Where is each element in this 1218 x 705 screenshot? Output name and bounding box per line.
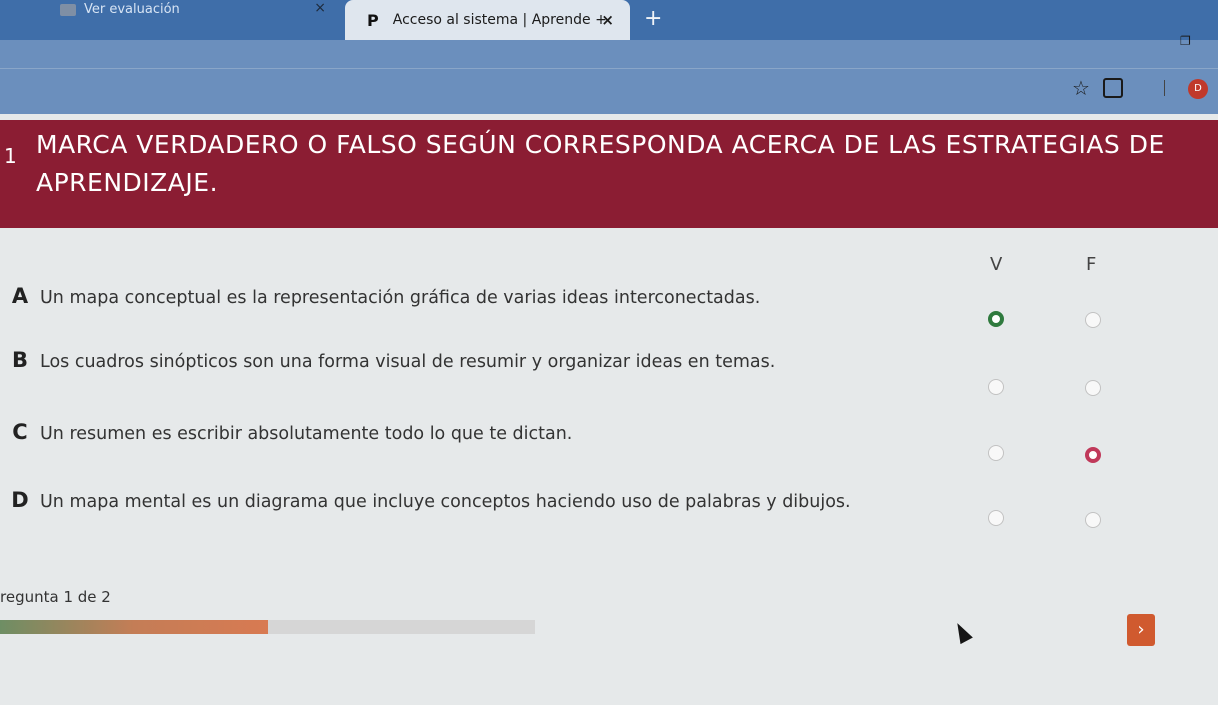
mouse-cursor-icon	[951, 619, 973, 645]
column-true-label: V	[990, 254, 1003, 275]
address-bar[interactable]	[0, 68, 1218, 69]
radio-false-b[interactable]	[1085, 380, 1101, 396]
radio-true-d[interactable]	[988, 510, 1004, 526]
statement-letter: C	[12, 420, 28, 444]
new-tab-button[interactable]: +	[644, 6, 662, 31]
tab-favicon-icon	[60, 4, 76, 16]
tab-label: Acceso al sistema | Aprende +	[392, 12, 607, 28]
progress-bar	[0, 620, 535, 634]
browser-tab-bar: Ver evaluación × P Acceso al sistema | A…	[0, 0, 1218, 40]
statement-text: Un mapa conceptual es la representación …	[40, 288, 761, 308]
next-question-button[interactable]: ›	[1127, 614, 1155, 646]
question-header: 1 MARCA VERDADERO O FALSO SEGÚN CORRESPO…	[0, 120, 1218, 228]
profile-avatar[interactable]: D	[1188, 79, 1208, 99]
tab-close-icon[interactable]: ×	[601, 11, 614, 29]
statement-row: B Los cuadros sinópticos son una forma v…	[0, 348, 980, 372]
statement-row: C Un resumen es escribir absolutamente t…	[0, 420, 980, 444]
statement-row: D Un mapa mental es un diagrama que incl…	[0, 488, 980, 512]
toolbar-divider	[1164, 80, 1165, 96]
browser-toolbar: ☆ D	[0, 40, 1218, 114]
radio-false-c[interactable]	[1085, 447, 1101, 463]
question-counter: regunta 1 de 2	[0, 588, 111, 606]
tab-close-icon[interactable]: ×	[314, 0, 326, 16]
bookmark-star-icon[interactable]: ☆	[1072, 76, 1090, 100]
radio-false-d[interactable]	[1085, 512, 1101, 528]
tab-label: Ver evaluación	[84, 1, 180, 17]
radio-true-c[interactable]	[988, 445, 1004, 461]
statement-text: Los cuadros sinópticos son una forma vis…	[40, 352, 776, 372]
radio-false-a[interactable]	[1085, 312, 1101, 328]
tab-acceso-al-sistema[interactable]: P Acceso al sistema | Aprende + ×	[345, 0, 630, 40]
statement-text: Un mapa mental es un diagrama que incluy…	[40, 492, 851, 512]
radio-true-b[interactable]	[988, 379, 1004, 395]
column-false-label: F	[1086, 254, 1097, 275]
statement-letter: A	[11, 284, 29, 308]
progress-bar-fill	[0, 620, 268, 634]
window-restore-icon[interactable]: ❐	[1180, 34, 1191, 48]
question-text: MARCA VERDADERO O FALSO SEGÚN CORRESPOND…	[36, 130, 1165, 197]
question-number: 1	[4, 144, 17, 168]
statement-row: A Un mapa conceptual es la representació…	[0, 284, 980, 308]
statement-letter: B	[11, 348, 28, 372]
statement-letter: D	[11, 488, 29, 512]
quiz-page: 1 MARCA VERDADERO O FALSO SEGÚN CORRESPO…	[0, 114, 1218, 705]
tab-ver-evaluacion[interactable]: Ver evaluación ×	[60, 0, 340, 40]
statement-text: Un resumen es escribir absolutamente tod…	[40, 424, 573, 444]
tab-logo-icon: P	[367, 10, 379, 30]
extensions-icon[interactable]	[1103, 78, 1123, 98]
radio-true-a[interactable]	[988, 311, 1004, 327]
